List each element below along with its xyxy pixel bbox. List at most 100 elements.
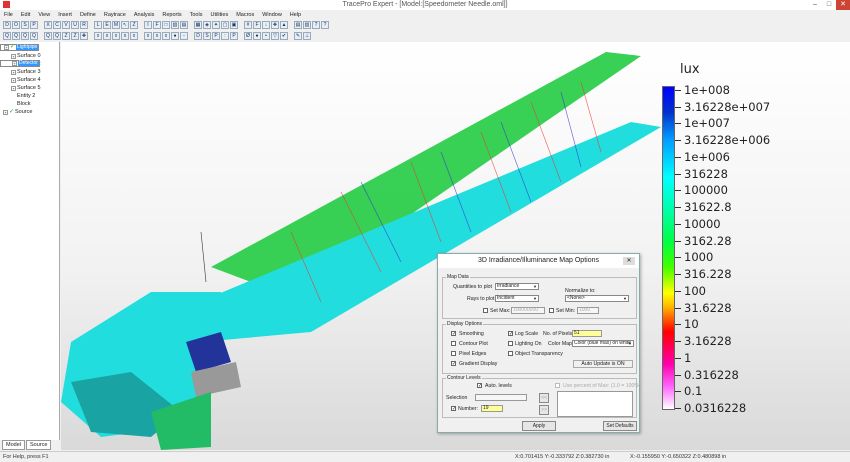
rays-select[interactable]: Incident ▼ bbox=[495, 295, 539, 302]
toolbar-button-icon[interactable]: Z bbox=[71, 31, 79, 40]
toolbar-button-icon[interactable]: x bbox=[162, 31, 170, 40]
toolbar-button-icon[interactable]: O bbox=[12, 20, 20, 29]
set-min-checkbox[interactable] bbox=[549, 308, 554, 313]
menu-reports[interactable]: Reports bbox=[161, 12, 182, 18]
tree-item[interactable]: + Surface 0 bbox=[0, 52, 59, 60]
quantities-select[interactable]: Irradiance ▼ bbox=[495, 283, 539, 290]
apply-button[interactable]: Apply bbox=[522, 421, 556, 431]
toolbar-button-icon[interactable]: x bbox=[94, 31, 102, 40]
toolbar-button-icon[interactable]: ? bbox=[321, 20, 329, 29]
toolbar-button-icon[interactable]: Z bbox=[62, 31, 70, 40]
menu-help[interactable]: Help bbox=[289, 12, 302, 18]
menu-analysis[interactable]: Analysis bbox=[133, 12, 155, 18]
lighting-on-checkbox[interactable] bbox=[508, 341, 513, 346]
normalize-select[interactable]: <None> ▼ bbox=[565, 295, 629, 302]
selection-input[interactable] bbox=[475, 394, 527, 401]
tree-item[interactable]: + Detector bbox=[0, 60, 40, 67]
toolbar-button-icon[interactable]: I bbox=[144, 20, 152, 29]
menu-edit[interactable]: Edit bbox=[20, 12, 31, 18]
object-transparency-checkbox[interactable] bbox=[508, 351, 513, 356]
minimize-button[interactable]: – bbox=[808, 0, 822, 10]
tree-item[interactable]: + Surface 4 bbox=[0, 76, 59, 84]
toolbar-button-icon[interactable]: Ø bbox=[244, 31, 252, 40]
toolbar-button-icon[interactable]: P bbox=[212, 31, 220, 40]
toolbar-button-icon[interactable]: ⊥ bbox=[303, 31, 311, 40]
toolbar-button-icon[interactable]: P bbox=[230, 31, 238, 40]
toolbar-button-icon[interactable]: ✎ bbox=[294, 31, 302, 40]
set-max-checkbox[interactable] bbox=[483, 308, 488, 313]
menu-window[interactable]: Window bbox=[261, 12, 283, 18]
expander-icon[interactable]: + bbox=[11, 77, 16, 83]
auto-levels-checkbox[interactable]: ✓ bbox=[477, 383, 482, 389]
tree-item[interactable]: + Surface 5 bbox=[0, 84, 59, 92]
toolbar-button-icon[interactable]: C bbox=[53, 20, 61, 29]
tab-source[interactable]: Source bbox=[25, 440, 52, 450]
toolbar-button-icon[interactable]: • bbox=[262, 31, 270, 40]
toolbar-button-icon[interactable]: D bbox=[3, 20, 11, 29]
toolbar-button-icon[interactable]: ◈ bbox=[203, 20, 211, 29]
set-min-input[interactable]: 1000 bbox=[577, 307, 599, 314]
toolbar-button-icon[interactable]: □ bbox=[162, 20, 170, 29]
expander-icon[interactable]: + bbox=[11, 69, 16, 75]
pixel-edges-checkbox[interactable] bbox=[451, 351, 456, 356]
contour-plot-checkbox[interactable] bbox=[451, 341, 456, 346]
menu-view[interactable]: View bbox=[37, 12, 51, 18]
toolbar-button-icon[interactable]: Q bbox=[44, 31, 52, 40]
toolbar-button-icon[interactable]: ▥ bbox=[303, 20, 311, 29]
expander-icon[interactable]: + bbox=[12, 61, 17, 66]
toolbar-button-icon[interactable]: Z bbox=[130, 20, 138, 29]
toolbar-button-icon[interactable]: ▽ bbox=[271, 31, 279, 40]
tab-model[interactable]: Model bbox=[2, 440, 25, 450]
toolbar-button-icon[interactable]: M bbox=[112, 20, 120, 29]
toolbar-button-icon[interactable]: ▥ bbox=[171, 20, 179, 29]
menu-utilities[interactable]: Utilities bbox=[209, 12, 229, 18]
pixels-input[interactable]: 51 bbox=[572, 330, 602, 337]
toolbar-button-icon[interactable]: ▢ bbox=[221, 20, 229, 29]
menu-file[interactable]: File bbox=[3, 12, 14, 18]
toolbar-button-icon[interactable]: ✚ bbox=[271, 20, 279, 29]
log-scale-checkbox[interactable]: ✓ bbox=[508, 331, 513, 337]
toolbar-button-icon[interactable]: X bbox=[44, 20, 52, 29]
toolbar-button-icon[interactable]: ↖ bbox=[121, 20, 129, 29]
toolbar-button-icon[interactable]: ↓ bbox=[262, 20, 270, 29]
toolbar-button-icon[interactable]: ▲ bbox=[280, 20, 288, 29]
smoothing-checkbox[interactable]: ✓ bbox=[451, 331, 456, 337]
toolbar-button-icon[interactable]: ✦ bbox=[212, 20, 220, 29]
contour-levels-list[interactable] bbox=[557, 391, 633, 417]
menu-macros[interactable]: Macros bbox=[235, 12, 255, 18]
toolbar-button-icon[interactable]: x bbox=[144, 31, 152, 40]
maximize-button[interactable]: □ bbox=[822, 0, 836, 10]
toolbar-button-icon[interactable]: x bbox=[112, 31, 120, 40]
use-percent-checkbox[interactable] bbox=[555, 383, 560, 388]
toolbar-button-icon[interactable]: x bbox=[121, 31, 129, 40]
tree-item[interactable]: Entity 2 bbox=[0, 92, 59, 100]
menu-tools[interactable]: Tools bbox=[189, 12, 204, 18]
toolbar-button-icon[interactable]: x bbox=[130, 31, 138, 40]
toolbar-button-icon[interactable]: P bbox=[30, 20, 38, 29]
toolbar-button-icon[interactable]: E bbox=[103, 20, 111, 29]
menu-insert[interactable]: Insert bbox=[57, 12, 73, 18]
color-map-select[interactable]: Color (blue max) on white ▼ bbox=[572, 340, 634, 347]
tree-item[interactable]: + ✓ Lightpipe bbox=[0, 44, 40, 51]
menu-raytrace[interactable]: Raytrace bbox=[103, 12, 127, 18]
tree-item[interactable]: + Surface 3 bbox=[0, 68, 59, 76]
tree-item[interactable]: + ✓ Source bbox=[0, 108, 59, 116]
add-level-button[interactable]: << bbox=[539, 393, 549, 403]
set-max-input[interactable]: 100000000 bbox=[511, 307, 545, 314]
toolbar-button-icon[interactable]: V bbox=[62, 20, 70, 29]
toolbar-button-icon[interactable]: : bbox=[221, 31, 229, 40]
toolbar-button-icon[interactable]: Q bbox=[53, 31, 61, 40]
toolbar-button-icon[interactable]: ▤ bbox=[180, 20, 188, 29]
toolbar-button-icon[interactable]: L bbox=[94, 20, 102, 29]
toolbar-button-icon[interactable]: F bbox=[153, 20, 161, 29]
tree-item[interactable]: Block bbox=[0, 100, 59, 108]
menu-define[interactable]: Define bbox=[79, 12, 97, 18]
toolbar-button-icon[interactable]: R bbox=[80, 20, 88, 29]
number-input[interactable]: 19 bbox=[481, 405, 503, 412]
toolbar-button-icon[interactable]: ? bbox=[312, 20, 320, 29]
toolbar-button-icon[interactable]: Q bbox=[3, 31, 11, 40]
toolbar-button-icon[interactable]: x bbox=[153, 31, 161, 40]
number-checkbox[interactable]: ✓ bbox=[451, 406, 456, 412]
expander-icon[interactable]: + bbox=[11, 53, 16, 59]
toolbar-button-icon[interactable]: ▦ bbox=[194, 20, 202, 29]
